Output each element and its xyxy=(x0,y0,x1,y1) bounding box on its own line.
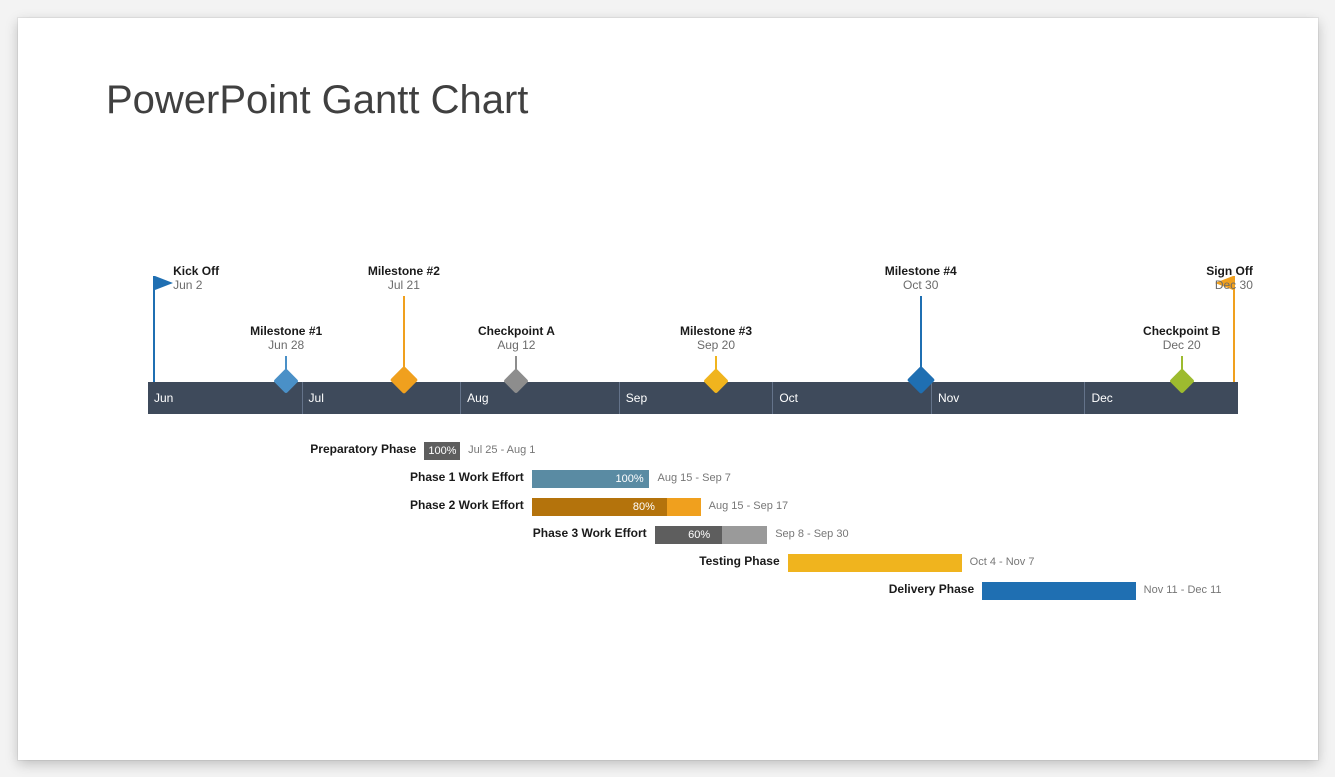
gantt-chart: JunJulAugSepOctNovDec Kick OffJun 2 Miles… xyxy=(148,258,1238,658)
milestone-diamond: Milestone #1Jun 28 xyxy=(250,324,322,352)
task-date-range: Aug 15 - Sep 7 xyxy=(658,472,731,484)
timeline-strip: JunJulAugSepOctNovDec xyxy=(148,382,1238,414)
slide-title: PowerPoint Gantt Chart xyxy=(106,78,528,123)
milestone-date: Oct 30 xyxy=(885,278,957,292)
milestone-leader-line xyxy=(403,296,405,374)
task-label: Testing Phase xyxy=(148,554,780,568)
milestone-date: Jul 21 xyxy=(368,278,440,292)
milestone-date: Jun 2 xyxy=(173,278,263,292)
milestone-diamond: Milestone #4Oct 30 xyxy=(885,264,957,292)
task-date-range: Nov 11 - Dec 11 xyxy=(1144,584,1222,596)
task-label: Phase 3 Work Effort xyxy=(148,526,647,540)
task-label: Phase 2 Work Effort xyxy=(148,498,524,512)
task-label: Phase 1 Work Effort xyxy=(148,470,524,484)
task-date-range: Jul 25 - Aug 1 xyxy=(468,444,535,456)
task-date-range: Aug 15 - Sep 17 xyxy=(709,500,789,512)
task-row: Delivery Phase Nov 11 - Dec 11 xyxy=(148,578,1238,606)
task-label: Preparatory Phase xyxy=(148,442,416,456)
task-layer: Preparatory Phase 100% Jul 25 - Aug 1 Phase… xyxy=(148,438,1238,606)
flag-icon xyxy=(155,276,173,290)
task-row: Preparatory Phase 100% Jul 25 - Aug 1 xyxy=(148,438,1238,466)
milestone-label: Milestone #1 xyxy=(250,324,322,338)
milestone-label: Sign Off xyxy=(1163,264,1253,278)
task-row: Testing Phase Oct 4 - Nov 7 xyxy=(148,550,1238,578)
page: PowerPoint Gantt Chart JunJulAugSepOctNo… xyxy=(0,0,1335,777)
task-bar-progress xyxy=(788,554,962,572)
milestone-flag: Sign OffDec 30 xyxy=(1163,264,1253,292)
milestone-label: Milestone #4 xyxy=(885,264,957,278)
milestone-date: Aug 12 xyxy=(478,338,555,352)
task-bar xyxy=(982,582,1136,600)
task-row: Phase 1 Work Effort 100% Aug 15 - Sep 7 xyxy=(148,466,1238,494)
task-row: Phase 3 Work Effort 60% Sep 8 - Sep 30 xyxy=(148,522,1238,550)
milestone-date: Jun 28 xyxy=(250,338,322,352)
task-percent: 80% xyxy=(633,501,655,513)
month-tick: Jul xyxy=(302,382,468,414)
milestone-date: Dec 20 xyxy=(1143,338,1220,352)
task-percent: 100% xyxy=(428,445,456,457)
task-bar: 80% xyxy=(532,498,701,516)
task-bar: 100% xyxy=(532,470,650,488)
milestone-diamond: Milestone #3Sep 20 xyxy=(680,324,752,352)
milestone-flag: Kick OffJun 2 xyxy=(173,264,263,292)
month-tick: Nov xyxy=(931,382,1092,414)
task-date-range: Sep 8 - Sep 30 xyxy=(775,528,848,540)
task-bar xyxy=(788,554,962,572)
slide: PowerPoint Gantt Chart JunJulAugSepOctNo… xyxy=(18,18,1318,760)
task-bar: 60% xyxy=(655,526,768,544)
task-percent: 100% xyxy=(615,473,643,485)
milestone-leader-line xyxy=(920,296,922,374)
milestone-label: Checkpoint B xyxy=(1143,324,1220,338)
month-tick: Sep xyxy=(619,382,780,414)
milestone-date: Sep 20 xyxy=(680,338,752,352)
milestone-date: Dec 30 xyxy=(1163,278,1253,292)
task-label: Delivery Phase xyxy=(148,582,974,596)
task-percent: 60% xyxy=(688,529,710,541)
month-tick: Aug xyxy=(460,382,626,414)
flag-pole-icon xyxy=(153,276,155,382)
task-date-range: Oct 4 - Nov 7 xyxy=(970,556,1035,568)
task-bar-progress xyxy=(982,582,1136,600)
milestone-label: Kick Off xyxy=(173,264,263,278)
month-tick: Dec xyxy=(1084,382,1245,414)
milestone-diamond: Milestone #2Jul 21 xyxy=(368,264,440,292)
task-row: Phase 2 Work Effort 80% Aug 15 - Sep 17 xyxy=(148,494,1238,522)
milestone-label: Milestone #3 xyxy=(680,324,752,338)
milestone-diamond: Checkpoint AAug 12 xyxy=(478,324,555,352)
milestone-diamond: Checkpoint BDec 20 xyxy=(1143,324,1220,352)
task-bar: 100% xyxy=(424,442,460,460)
milestone-label: Checkpoint A xyxy=(478,324,555,338)
milestone-label: Milestone #2 xyxy=(368,264,440,278)
